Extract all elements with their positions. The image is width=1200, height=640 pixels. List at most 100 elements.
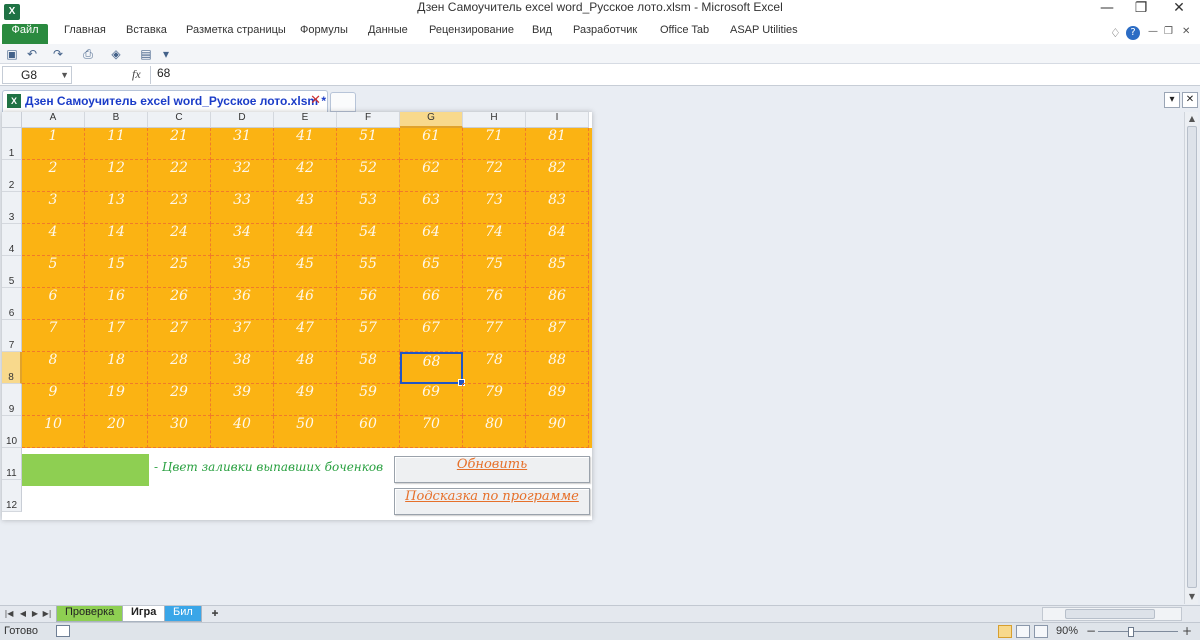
restore-button[interactable]: ❐ <box>1124 0 1158 24</box>
cell-b1[interactable]: 11 <box>85 128 148 160</box>
cell-c4[interactable]: 24 <box>148 224 211 256</box>
document-tab[interactable]: X Дзен Самоучитель excel word_Русское ло… <box>2 90 328 112</box>
undo-icon[interactable]: ↶ <box>24 46 40 62</box>
close-tab-icon[interactable]: ✕ <box>310 93 321 108</box>
chevron-down-icon[interactable]: ▼ <box>60 67 69 83</box>
page-break-view-icon[interactable] <box>1034 625 1048 638</box>
cell-g9[interactable]: 69 <box>400 384 463 416</box>
ribbon-minimize-icon[interactable]: ♢ <box>1110 26 1121 40</box>
cell-h4[interactable]: 74 <box>463 224 526 256</box>
cell-a7[interactable]: 7 <box>22 320 85 352</box>
row-header-5[interactable]: 5 <box>2 256 22 288</box>
cell-h2[interactable]: 72 <box>463 160 526 192</box>
cell-b7[interactable]: 17 <box>85 320 148 352</box>
cell-b4[interactable]: 14 <box>85 224 148 256</box>
cell-g1[interactable]: 61 <box>400 128 463 160</box>
cell-d3[interactable]: 33 <box>211 192 274 224</box>
cell-i3[interactable]: 83 <box>526 192 589 224</box>
cell-e8[interactable]: 48 <box>274 352 337 384</box>
cell-a4[interactable]: 4 <box>22 224 85 256</box>
redo-icon[interactable]: ↷ <box>50 46 66 62</box>
help-icon[interactable]: ? <box>1126 26 1140 40</box>
tab-insert[interactable]: Вставка <box>126 24 167 44</box>
cell-i4[interactable]: 84 <box>526 224 589 256</box>
tab-asap-utilities[interactable]: ASAP Utilities <box>730 24 798 44</box>
zoom-slider[interactable] <box>1098 631 1178 632</box>
column-header-c[interactable]: C <box>148 112 211 128</box>
cell-d6[interactable]: 36 <box>211 288 274 320</box>
calculator-icon[interactable]: ▤ <box>138 46 154 62</box>
cell-f1[interactable]: 51 <box>337 128 400 160</box>
cell-h1[interactable]: 71 <box>463 128 526 160</box>
sheet-tab-game[interactable]: Игра <box>122 606 166 622</box>
cell-g3[interactable]: 63 <box>400 192 463 224</box>
name-box[interactable]: G8 ▼ <box>2 66 72 84</box>
cell-i10[interactable]: 90 <box>526 416 589 448</box>
cell-c10[interactable]: 30 <box>148 416 211 448</box>
cell-h7[interactable]: 77 <box>463 320 526 352</box>
tab-data[interactable]: Данные <box>368 24 408 44</box>
first-sheet-icon[interactable]: |◀ <box>4 607 14 621</box>
cell-d7[interactable]: 37 <box>211 320 274 352</box>
scroll-up-icon[interactable]: ▲ <box>1185 112 1199 126</box>
column-header-g[interactable]: G <box>400 112 463 128</box>
cell-f2[interactable]: 52 <box>337 160 400 192</box>
last-sheet-icon[interactable]: ▶| <box>42 607 52 621</box>
zoom-level[interactable]: 90% <box>1056 625 1078 637</box>
column-header-h[interactable]: H <box>463 112 526 128</box>
help-program-button[interactable]: Подсказка по программе <box>394 488 590 515</box>
cell-f8[interactable]: 58 <box>337 352 400 384</box>
cell-i2[interactable]: 82 <box>526 160 589 192</box>
column-header-e[interactable]: E <box>274 112 337 128</box>
row-header-12[interactable]: 12 <box>2 480 22 512</box>
column-header-b[interactable]: B <box>85 112 148 128</box>
minimize-button[interactable]: — <box>1090 0 1124 24</box>
cell-e3[interactable]: 43 <box>274 192 337 224</box>
cell-i6[interactable]: 86 <box>526 288 589 320</box>
cell-c8[interactable]: 28 <box>148 352 211 384</box>
row-header-4[interactable]: 4 <box>2 224 22 256</box>
row-header-7[interactable]: 7 <box>2 320 22 352</box>
close-all-icon[interactable]: ✕ <box>1182 92 1198 108</box>
cell-a1[interactable]: 1 <box>22 128 85 160</box>
cell-e9[interactable]: 49 <box>274 384 337 416</box>
cell-d4[interactable]: 34 <box>211 224 274 256</box>
row-header-1[interactable]: 1 <box>2 128 22 160</box>
cell-a10[interactable]: 10 <box>22 416 85 448</box>
cell-a8[interactable]: 8 <box>22 352 85 384</box>
cell-c6[interactable]: 26 <box>148 288 211 320</box>
normal-view-icon[interactable] <box>998 625 1012 638</box>
scroll-down-icon[interactable]: ▼ <box>1185 590 1199 604</box>
page-layout-view-icon[interactable] <box>1016 625 1030 638</box>
cell-f9[interactable]: 59 <box>337 384 400 416</box>
cell-g4[interactable]: 64 <box>400 224 463 256</box>
customize-qat-icon[interactable]: ▾ <box>158 46 174 62</box>
new-tab-button[interactable] <box>330 92 356 112</box>
cell-h6[interactable]: 76 <box>463 288 526 320</box>
zoom-slider-knob[interactable] <box>1128 627 1134 637</box>
cell-f10[interactable]: 60 <box>337 416 400 448</box>
cell-h10[interactable]: 80 <box>463 416 526 448</box>
print-preview-icon[interactable]: ⎙ <box>80 46 96 62</box>
row-header-2[interactable]: 2 <box>2 160 22 192</box>
tab-home[interactable]: Главная <box>64 24 106 44</box>
scroll-thumb[interactable] <box>1187 126 1197 588</box>
prev-sheet-icon[interactable]: ◀ <box>18 607 28 621</box>
cell-e4[interactable]: 44 <box>274 224 337 256</box>
cell-a9[interactable]: 9 <box>22 384 85 416</box>
cell-f5[interactable]: 55 <box>337 256 400 288</box>
cell-d2[interactable]: 32 <box>211 160 274 192</box>
cell-h3[interactable]: 73 <box>463 192 526 224</box>
cell-f4[interactable]: 54 <box>337 224 400 256</box>
cell-h9[interactable]: 79 <box>463 384 526 416</box>
cell-i7[interactable]: 87 <box>526 320 589 352</box>
zoom-in-icon[interactable]: + <box>1182 624 1192 638</box>
column-header-f[interactable]: F <box>337 112 400 128</box>
cell-c3[interactable]: 23 <box>148 192 211 224</box>
doc-close-icon[interactable]: ✕ <box>1182 26 1190 37</box>
tab-formulas[interactable]: Формулы <box>300 24 348 44</box>
cell-g10[interactable]: 70 <box>400 416 463 448</box>
insert-sheet-icon[interactable]: ✚ <box>208 607 222 621</box>
row-header-11[interactable]: 11 <box>2 448 22 480</box>
cell-a3[interactable]: 3 <box>22 192 85 224</box>
